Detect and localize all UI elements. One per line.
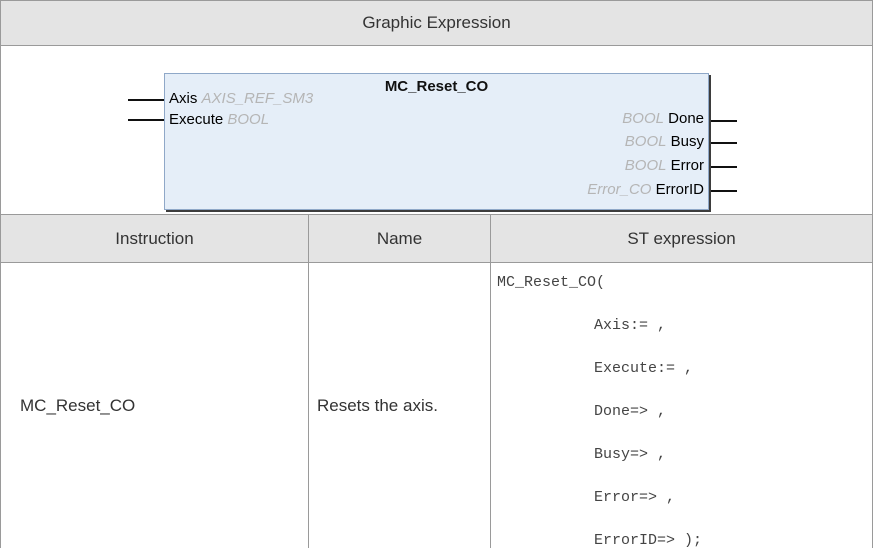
- output-pin-done: BOOL Done: [622, 110, 704, 127]
- errorid-output-wire: [709, 190, 737, 192]
- execute-input-wire: [128, 119, 165, 121]
- input-pin-type: BOOL: [227, 111, 270, 128]
- output-pin-errorid: Error_CO ErrorID: [587, 181, 704, 198]
- output-pin-busy: BOOL Busy: [624, 133, 704, 150]
- table-border: [0, 0, 1, 548]
- instruction-cell: MC_Reset_CO: [20, 395, 136, 415]
- column-header-name: Name: [309, 215, 490, 262]
- st-line: Busy=> ,: [594, 446, 667, 463]
- graphic-expression-header: Graphic Expression: [1, 1, 872, 45]
- table-border: [0, 0, 873, 1]
- table-border: [308, 214, 309, 548]
- function-block: MC_Reset_CO Axis AXIS_REF_SM3 Execute BO…: [164, 73, 709, 210]
- input-pin-type: AXIS_REF_SM3: [201, 90, 314, 107]
- input-pin-execute: Execute BOOL: [169, 111, 270, 128]
- output-pin-type: BOOL: [622, 110, 664, 127]
- st-line: MC_Reset_CO(: [497, 274, 606, 291]
- input-pin-axis: Axis AXIS_REF_SM3: [169, 90, 314, 107]
- st-line: Done=> ,: [594, 403, 667, 420]
- instruction-table: Graphic Expression MC_Reset_CO Axis AXIS…: [0, 0, 873, 549]
- st-line: ErrorID=> );: [594, 532, 703, 549]
- column-header-st-expression: ST expression: [491, 215, 872, 262]
- output-pin-type: BOOL: [624, 133, 667, 150]
- st-line: Execute:= ,: [594, 360, 694, 377]
- output-pin-error: BOOL Error: [624, 157, 704, 174]
- table-border: [490, 214, 491, 548]
- st-expression-cell: MC_Reset_CO( Axis:= , Execute:= , Done=>…: [491, 263, 872, 549]
- axis-input-wire: [128, 99, 165, 101]
- done-output-wire: [709, 120, 737, 122]
- table-border: [0, 214, 873, 215]
- table-border: [0, 262, 873, 263]
- error-output-wire: [709, 166, 737, 168]
- output-pin-type: Error_CO: [587, 181, 652, 198]
- output-pin-type: BOOL: [624, 157, 667, 174]
- table-border: [0, 45, 873, 46]
- graphic-expression-title: Graphic Expression: [362, 13, 511, 32]
- st-line: Error=> ,: [594, 489, 676, 506]
- st-line: Axis:= ,: [594, 317, 667, 334]
- busy-output-wire: [709, 142, 737, 144]
- column-header-instruction: Instruction: [1, 215, 308, 262]
- name-cell: Resets the axis.: [317, 395, 438, 415]
